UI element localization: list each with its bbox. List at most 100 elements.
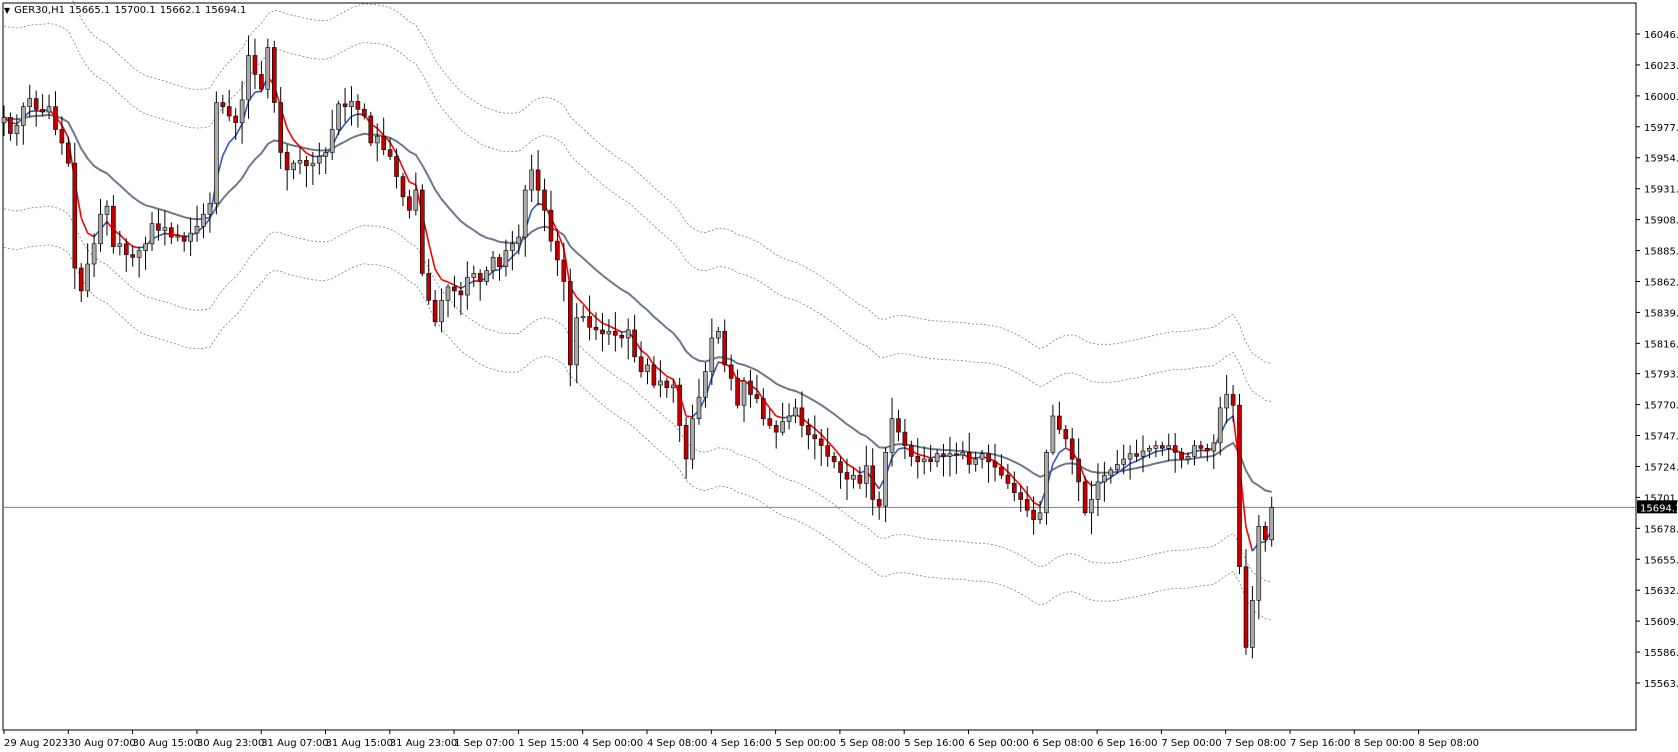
bear-candle <box>561 259 567 282</box>
y-tick-label: 15724.5 <box>1644 462 1678 473</box>
x-tick-label: 6 Sep 08:00 <box>1033 738 1093 749</box>
bull-candle <box>522 189 528 238</box>
x-tick-label: 8 Sep 00:00 <box>1354 738 1414 749</box>
x-tick-label: 4 Sep 00:00 <box>583 738 643 749</box>
bear-candle <box>632 329 637 358</box>
bear-candle <box>1172 445 1178 453</box>
bear-candle <box>928 458 933 463</box>
bull-candle <box>297 160 303 164</box>
y-tick-label: 15609.5 <box>1644 617 1678 628</box>
bull-candle <box>1269 507 1274 541</box>
bear-candle <box>1198 445 1204 449</box>
bull-candle <box>1108 469 1114 476</box>
fast-ma-segment <box>286 127 295 141</box>
bull-candle <box>471 273 477 278</box>
bear-candle <box>1160 445 1165 449</box>
bull-candle <box>27 98 33 107</box>
bull-candle <box>1095 481 1101 500</box>
bear-candle <box>941 453 946 457</box>
fast-ma-segment <box>659 369 668 377</box>
bear-candle <box>593 326 599 331</box>
bull-candle <box>580 316 586 319</box>
bear-candle <box>66 142 71 164</box>
bull-candle <box>1 117 7 124</box>
bull-candle <box>1127 453 1133 460</box>
bear-candle <box>72 162 78 269</box>
fast-ma-segment <box>87 232 95 238</box>
bull-candle <box>291 162 296 171</box>
bear-candle <box>1018 492 1024 500</box>
fast-ma-segment <box>852 467 861 474</box>
bear-candle <box>40 109 45 113</box>
bull-candle <box>336 103 341 130</box>
bear-candle <box>535 169 541 191</box>
fast-ma-segment <box>306 152 314 158</box>
bull-candle <box>516 236 522 245</box>
bear-candle <box>355 101 361 110</box>
y-tick-label: 15816.0 <box>1644 339 1678 350</box>
y-tick-label: 16046.0 <box>1644 30 1678 41</box>
bull-candle <box>1166 445 1171 449</box>
bull-candle <box>484 270 489 282</box>
envelope-bands <box>3 0 1272 621</box>
bear-candle <box>799 407 805 426</box>
x-tick-label: 5 Sep 08:00 <box>840 738 900 749</box>
bear-candle <box>1263 525 1268 541</box>
bear-candle <box>812 434 818 440</box>
bear-candle <box>342 103 348 107</box>
bull-candle <box>98 213 103 245</box>
bull-candle <box>1211 442 1217 452</box>
y-tick-label: 16000.0 <box>1644 92 1678 103</box>
fast-ma-segment <box>1155 449 1163 453</box>
bull-candle <box>188 232 193 242</box>
bear-candle <box>169 227 174 238</box>
fast-ma-segment <box>344 115 353 125</box>
bear-candle <box>111 205 116 247</box>
bull-candle <box>464 277 470 296</box>
bear-candle <box>33 98 39 110</box>
bull-candle <box>349 101 354 108</box>
bear-candle <box>181 235 187 242</box>
bear-candle <box>651 364 657 386</box>
bear-candle <box>1031 509 1036 520</box>
bear-candle <box>394 156 399 177</box>
x-tick-label: 30 Aug 07:00 <box>68 738 135 749</box>
fast-ma-segment <box>1033 501 1041 507</box>
bear-candle <box>986 453 991 463</box>
bull-candle <box>973 458 979 465</box>
bear-candle <box>902 431 908 446</box>
bull-candle <box>1050 415 1056 453</box>
x-tick-label: 31 Aug 15:00 <box>326 738 393 749</box>
bull-candle <box>793 407 798 417</box>
bull-candle <box>921 458 927 463</box>
bear-candle <box>542 189 547 211</box>
y-tick-label: 15862.0 <box>1644 277 1678 288</box>
price-chart[interactable]: 16046.0 16023.0 16000.0 15977.0 15954.0 15931… <box>0 0 1678 752</box>
bull-candle <box>136 250 142 258</box>
bear-candle <box>683 425 689 460</box>
bull-candle <box>670 384 676 389</box>
bear-candle <box>452 286 457 292</box>
bull-candle <box>780 421 785 433</box>
fast-ma-segment <box>686 415 693 418</box>
bear-candle <box>1069 438 1075 460</box>
bear-candle <box>728 364 734 379</box>
bear-candle <box>284 152 290 171</box>
bull-candle <box>1121 458 1126 465</box>
bull-candle <box>786 415 792 422</box>
y-tick-label: 15586.5 <box>1644 648 1678 659</box>
x-tick-label: 5 Sep 16:00 <box>904 738 964 749</box>
bull-candle <box>316 156 322 164</box>
bull-candle <box>46 106 52 113</box>
bear-candle <box>419 189 425 274</box>
bull-candle <box>741 380 747 406</box>
bull-candle <box>149 223 155 245</box>
bear-candle <box>760 398 766 420</box>
moving-averages <box>3 76 1273 552</box>
y-tick-label: 15977.0 <box>1644 123 1678 134</box>
x-tick-label: 8 Sep 08:00 <box>1419 738 1479 749</box>
bear-candle <box>426 273 432 301</box>
bear-candle <box>992 461 998 468</box>
bull-candle <box>85 263 90 292</box>
bull-candle <box>1147 447 1152 452</box>
